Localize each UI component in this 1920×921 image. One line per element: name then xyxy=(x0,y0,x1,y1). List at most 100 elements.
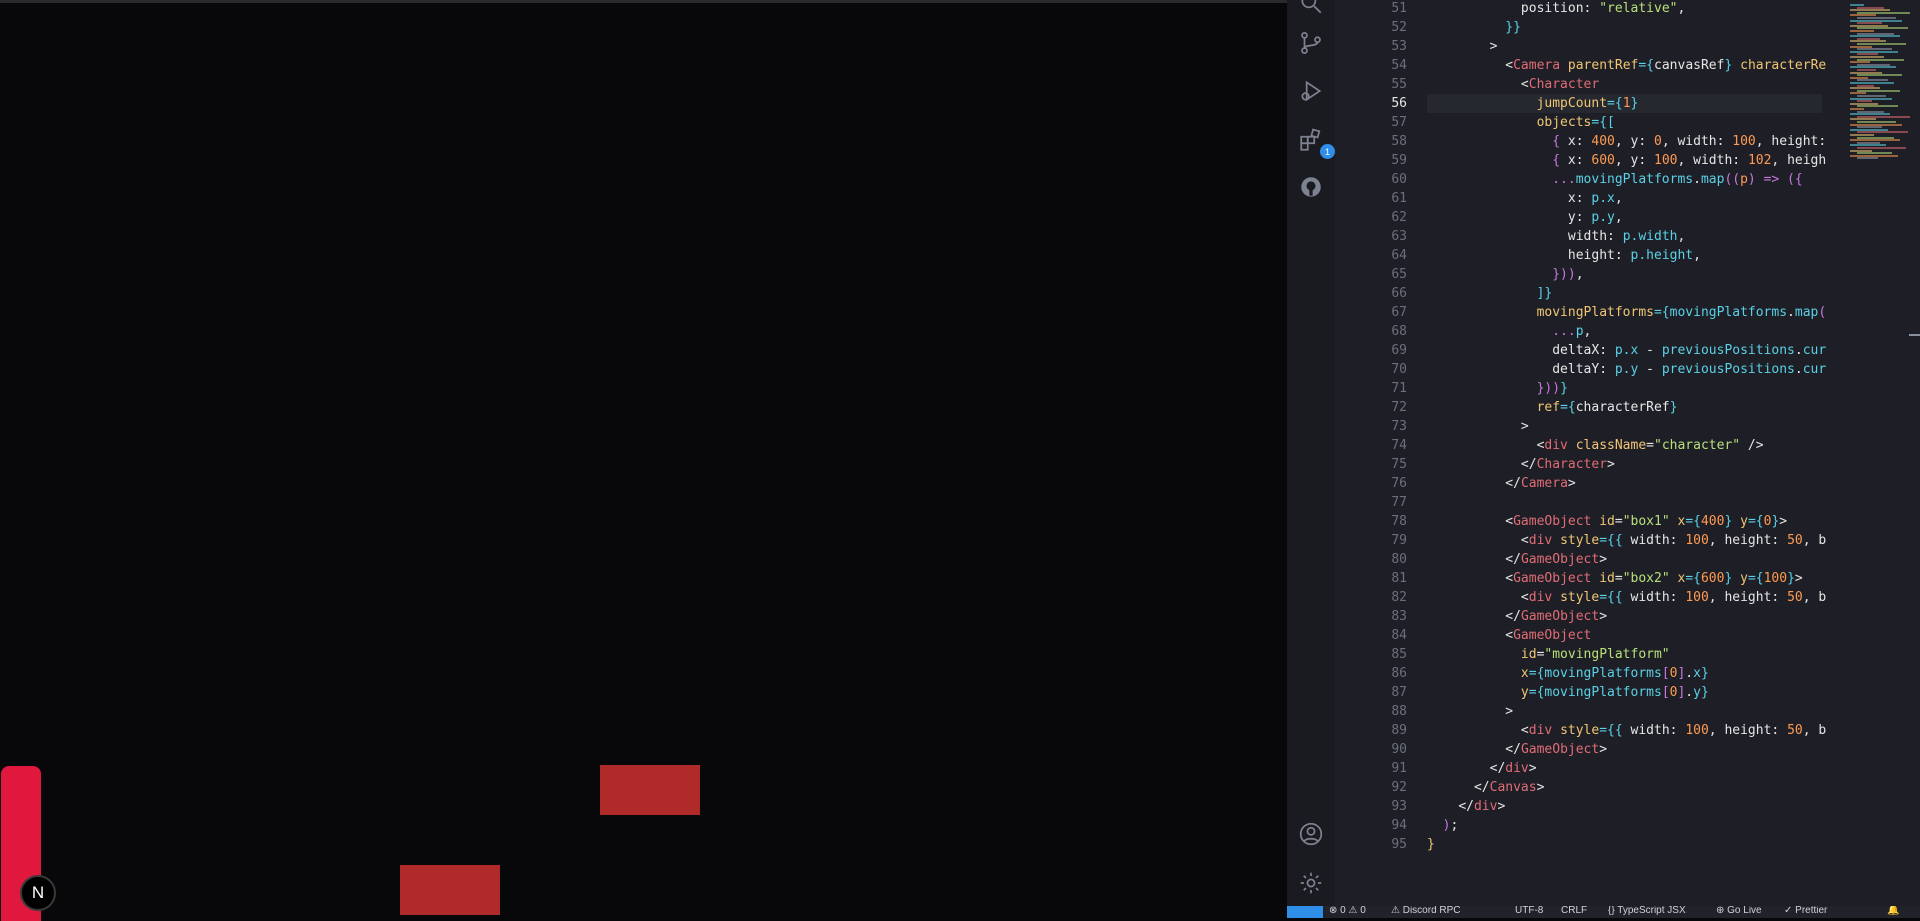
account-icon[interactable] xyxy=(1296,819,1326,849)
code-line[interactable]: <Character xyxy=(1427,75,1599,94)
code-line[interactable]: x: p.x, xyxy=(1427,189,1623,208)
next-badge-letter: N xyxy=(31,883,45,902)
code-line[interactable]: </div> xyxy=(1427,759,1537,778)
line-ending-status[interactable]: CRLF xyxy=(1561,906,1587,916)
line-number: 93 xyxy=(1391,799,1407,814)
extensions-icon[interactable]: 1 xyxy=(1296,125,1335,159)
code-line[interactable]: deltaX: p.x - previousPositions.current[… xyxy=(1427,341,1827,360)
line-number: 82 xyxy=(1391,590,1407,605)
code-line[interactable]: </GameObject> xyxy=(1427,607,1607,626)
notifications-bell-icon[interactable]: 🔔 xyxy=(1887,906,1899,916)
code-line[interactable]: jumpCount={1} xyxy=(1427,94,1822,113)
next-dev-badge[interactable]: N xyxy=(20,875,56,911)
code-line[interactable]: })), xyxy=(1427,265,1583,284)
code-editor[interactable]: 1 51 52 53 54 55 56 57 58 59 60 61 62 63 64 65 66 67 68 69… xyxy=(1287,0,1920,918)
line-number: 80 xyxy=(1391,552,1407,567)
line-number: 73 xyxy=(1391,419,1407,434)
line-number-gutter: 51 52 53 54 55 56 57 58 59 60 61 62 63 64 65 66 67 68 69 70… xyxy=(1335,0,1427,906)
search-icon[interactable] xyxy=(1296,0,1326,18)
line-number: 54 xyxy=(1391,58,1407,73)
line-number: 63 xyxy=(1391,229,1407,244)
code-line[interactable]: }} xyxy=(1427,18,1521,37)
code-line[interactable]: width: p.width, xyxy=(1427,227,1685,246)
line-number: 51 xyxy=(1391,1,1407,16)
line-number: 59 xyxy=(1391,153,1407,168)
line-number: 56 xyxy=(1391,96,1407,111)
run-debug-icon[interactable] xyxy=(1296,76,1326,106)
code-line[interactable]: <GameObject id="box2" x={600} y={100}> xyxy=(1427,569,1802,588)
code-line[interactable]: }))} xyxy=(1427,379,1568,398)
code-line[interactable]: <div style={{ width: 100, height: 50, ba… xyxy=(1427,721,1827,740)
code-line[interactable]: position: "relative", xyxy=(1427,0,1685,18)
go-live-button[interactable]: ⊕ Go Live xyxy=(1716,906,1762,916)
line-number: 70 xyxy=(1391,362,1407,377)
code-line[interactable]: { x: 400, y: 0, width: 100, height: 50 }… xyxy=(1427,132,1827,151)
code-line[interactable]: { x: 600, y: 100, width: 102, height: 50 xyxy=(1427,151,1827,170)
settings-gear-icon[interactable] xyxy=(1296,868,1326,898)
line-number: 67 xyxy=(1391,305,1407,320)
github-icon[interactable] xyxy=(1296,172,1326,202)
line-number: 71 xyxy=(1391,381,1407,396)
line-number: 86 xyxy=(1391,666,1407,681)
language-mode-status[interactable]: {} TypeScript JSX xyxy=(1608,906,1686,916)
code-line[interactable]: x={movingPlatforms[0].x} xyxy=(1427,664,1709,683)
line-number: 78 xyxy=(1391,514,1407,529)
code-line[interactable]: > xyxy=(1427,37,1498,56)
problems-status[interactable]: ⊗ 0 ⚠ 0 xyxy=(1329,906,1366,916)
source-control-icon[interactable] xyxy=(1296,28,1326,58)
code-line[interactable]: ...p, xyxy=(1427,322,1591,341)
code-line[interactable]: <GameObject xyxy=(1427,626,1591,645)
code-line[interactable]: } xyxy=(1427,835,1435,854)
line-number: 74 xyxy=(1391,438,1407,453)
code-line[interactable]: <GameObject id="box1" x={400} y={0}> xyxy=(1427,512,1787,531)
line-number: 90 xyxy=(1391,742,1407,757)
code-line[interactable]: </div> xyxy=(1427,797,1505,816)
line-number: 69 xyxy=(1391,343,1407,358)
line-number: 91 xyxy=(1391,761,1407,776)
code-line[interactable]: objects={[ xyxy=(1427,113,1615,132)
platform-box1 xyxy=(400,865,500,915)
remote-indicator-button[interactable] xyxy=(1287,906,1323,918)
code-line[interactable]: > xyxy=(1427,417,1529,436)
code-line[interactable]: ); xyxy=(1427,816,1459,835)
code-text[interactable]: position: "relative", }} > <Camera paren… xyxy=(1427,0,1827,906)
code-line[interactable]: > xyxy=(1427,702,1513,721)
prettier-status[interactable]: ✓ Prettier xyxy=(1784,906,1827,916)
code-line[interactable]: deltaY: p.y - previousPositions.current[… xyxy=(1427,360,1827,379)
code-line[interactable]: ...movingPlatforms.map((p) => ({ xyxy=(1427,170,1802,189)
code-line[interactable]: </GameObject> xyxy=(1427,550,1607,569)
line-number: 72 xyxy=(1391,400,1407,415)
extensions-badge: 1 xyxy=(1320,144,1335,159)
code-line[interactable]: y: p.y, xyxy=(1427,208,1623,227)
code-line[interactable]: </Character> xyxy=(1427,455,1615,474)
line-number: 88 xyxy=(1391,704,1407,719)
minimap[interactable] xyxy=(1848,0,1918,180)
game-canvas[interactable]: N xyxy=(0,0,1287,921)
code-line[interactable]: </Camera> xyxy=(1427,474,1575,493)
code-line[interactable]: </GameObject> xyxy=(1427,740,1607,759)
code-line[interactable]: <Camera parentRef={canvasRef} characterR… xyxy=(1427,56,1827,75)
code-line[interactable]: <div style={{ width: 100, height: 50, ba… xyxy=(1427,531,1827,550)
code-line[interactable]: </Canvas> xyxy=(1427,778,1544,797)
code-line[interactable]: <div style={{ width: 100, height: 50, ba… xyxy=(1427,588,1827,607)
code-line[interactable]: ref={characterRef} xyxy=(1427,398,1678,417)
encoding-status[interactable]: UTF-8 xyxy=(1515,906,1543,916)
discord-rpc-status[interactable]: ⚠ Discord RPC xyxy=(1391,906,1461,916)
line-number: 53 xyxy=(1391,39,1407,54)
line-number: 75 xyxy=(1391,457,1407,472)
line-number: 76 xyxy=(1391,476,1407,491)
code-line[interactable]: id="movingPlatform" xyxy=(1427,645,1670,664)
line-number: 57 xyxy=(1391,115,1407,130)
status-bar: ⊗ 0 ⚠ 0 ⚠ Discord RPC UTF-8 CRLF {} Type… xyxy=(1287,906,1920,918)
code-line[interactable]: height: p.height, xyxy=(1427,246,1701,265)
line-number: 64 xyxy=(1391,248,1407,263)
line-number: 79 xyxy=(1391,533,1407,548)
code-line[interactable]: <div className="character" /> xyxy=(1427,436,1764,455)
scrollbar-marker[interactable] xyxy=(1909,334,1920,336)
code-line[interactable]: movingPlatforms={movingPlatforms.map((p,… xyxy=(1427,303,1827,322)
line-number: 83 xyxy=(1391,609,1407,624)
line-number: 77 xyxy=(1391,495,1407,510)
code-line[interactable]: y={movingPlatforms[0].y} xyxy=(1427,683,1709,702)
code-line[interactable]: ]} xyxy=(1427,284,1553,303)
line-number: 95 xyxy=(1391,837,1407,852)
